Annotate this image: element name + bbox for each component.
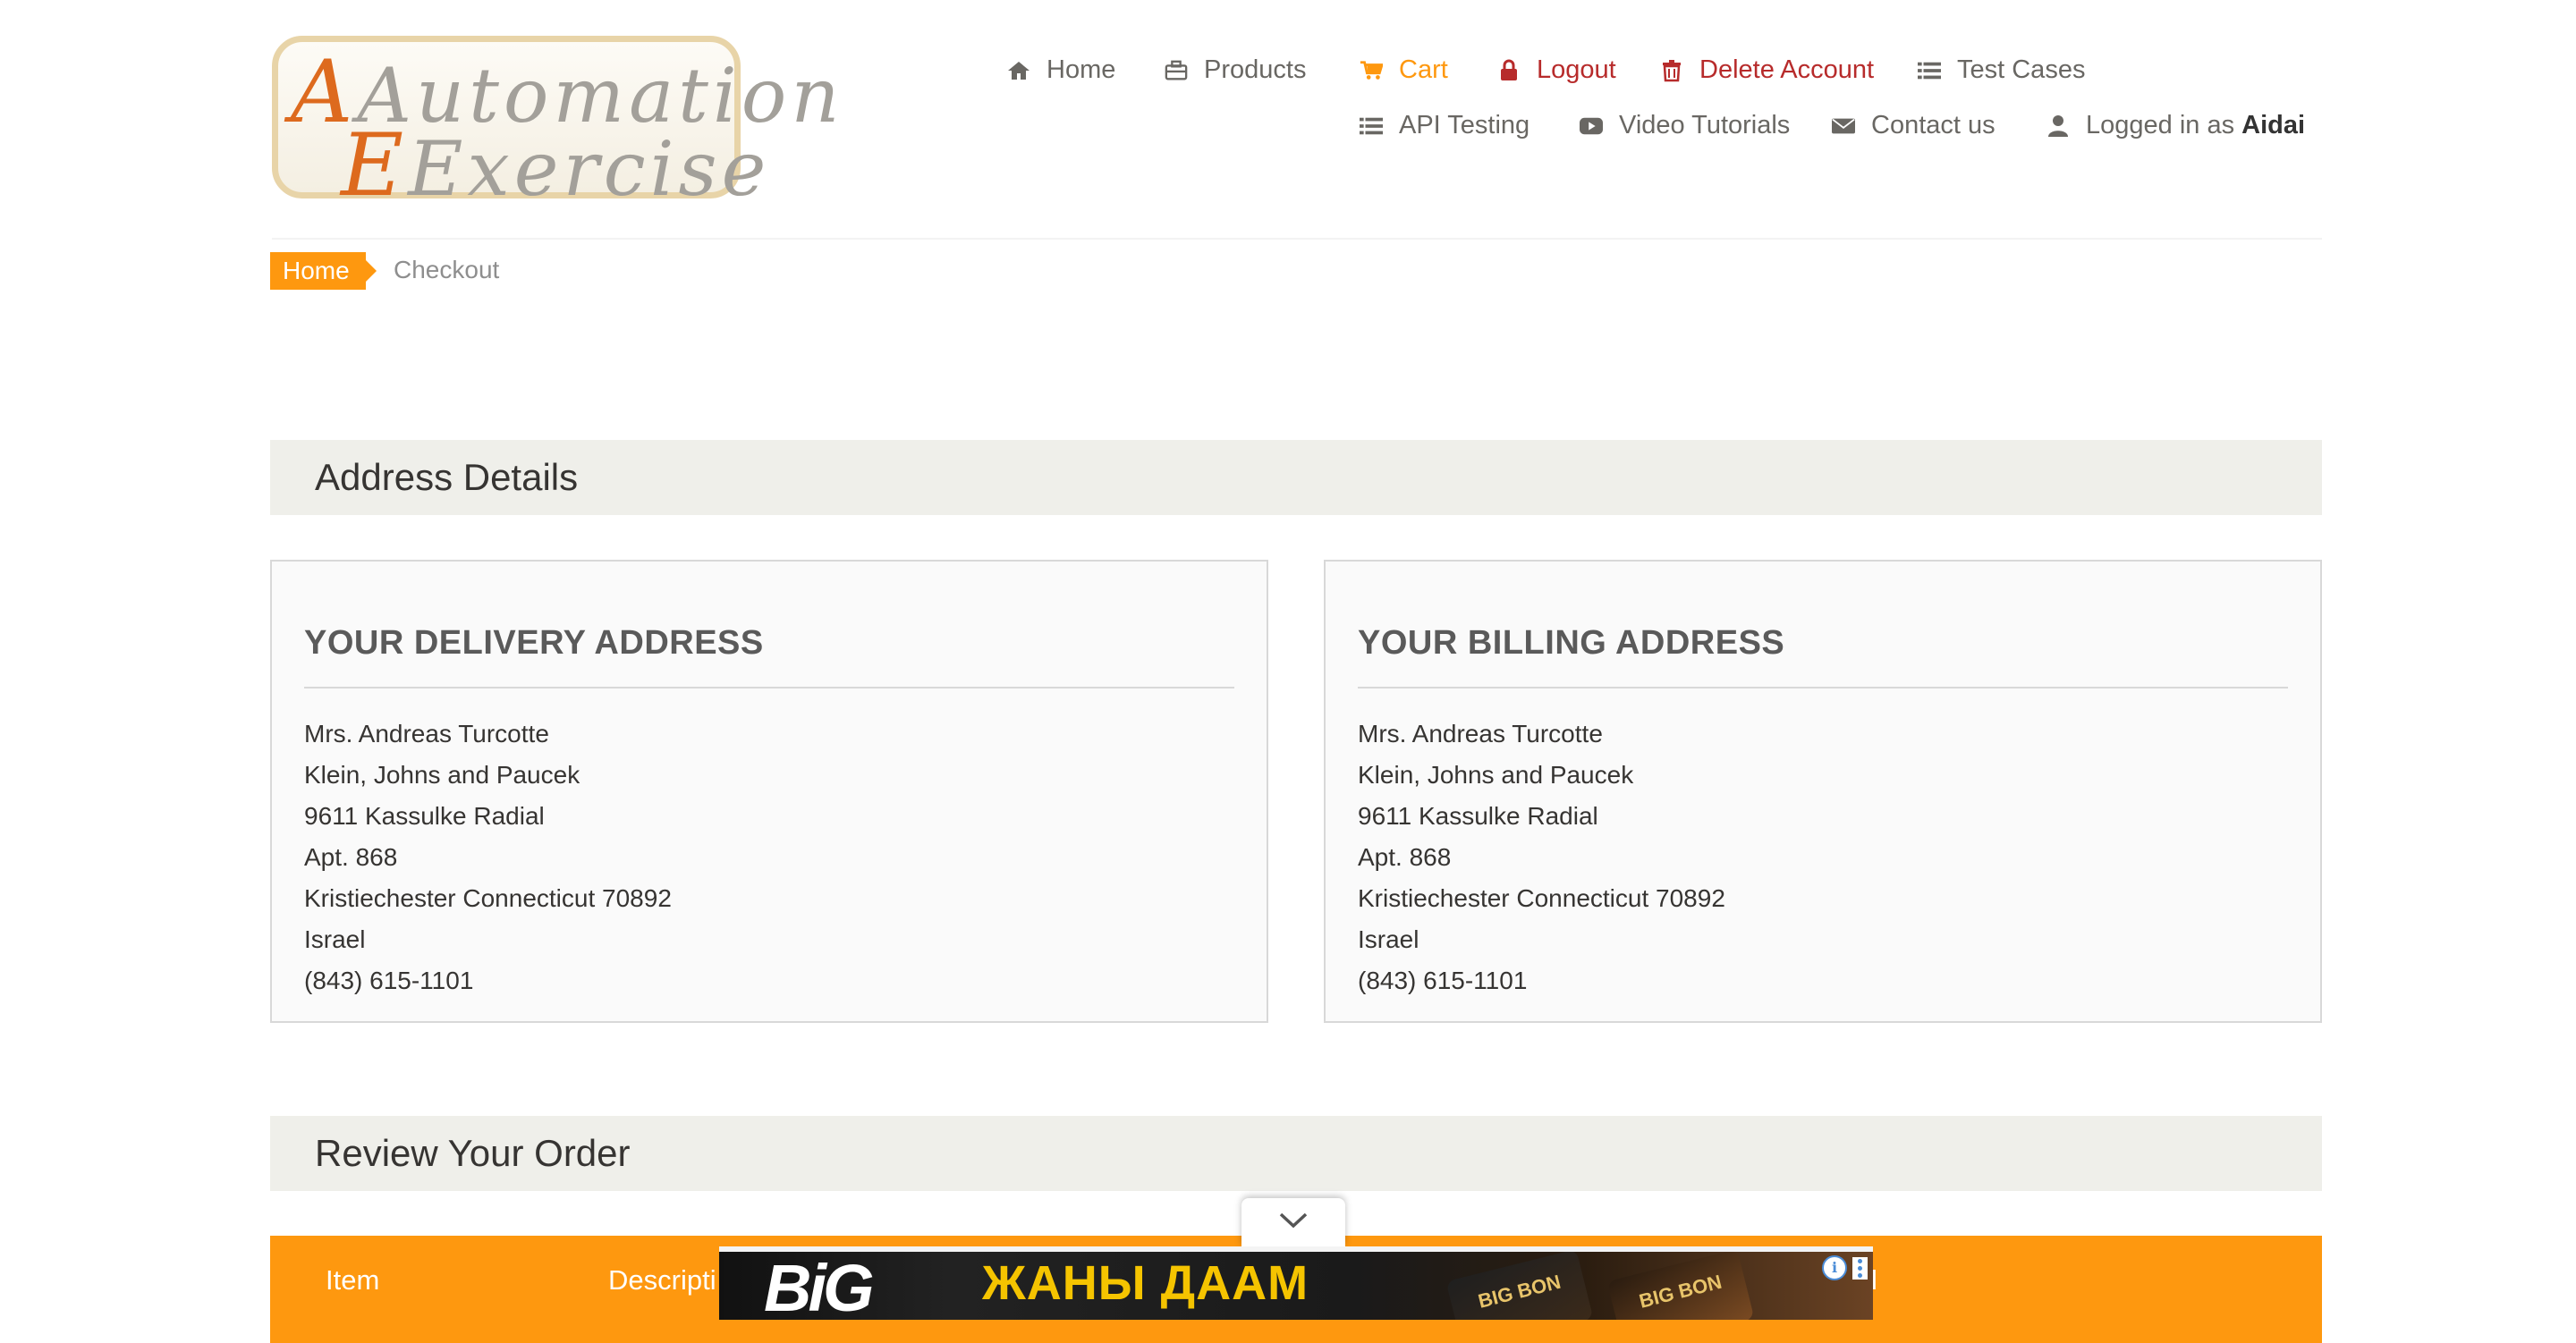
nav-home-label: Home (1046, 55, 1116, 84)
delivery-address-lines: Mrs. Andreas Turcotte Klein, Johns and P… (304, 714, 672, 1001)
chevron-down-icon (1278, 1212, 1309, 1234)
nav-home[interactable]: Home (1007, 55, 1115, 85)
nav-cart-label: Cart (1399, 55, 1448, 84)
nav-api-testing-label: API Testing (1399, 111, 1530, 139)
ad-pack-2-label: BIG BON (1637, 1270, 1724, 1313)
logo-line-2: EExercise (341, 115, 771, 215)
nav-logout-label: Logout (1537, 55, 1616, 84)
ad-banner[interactable]: BiG ЖАНЫ ДААМ BIG BON BIG BON i (719, 1246, 1873, 1320)
ad-controls: i (1822, 1255, 1868, 1280)
list-icon (1360, 114, 1383, 138)
logged-in-username: Aidai (2241, 111, 2306, 139)
billing-company: Klein, Johns and Paucek (1358, 761, 1634, 789)
address-details-heading: Address Details (270, 440, 2322, 515)
breadcrumb-home[interactable]: Home (270, 252, 377, 290)
nav-cart[interactable]: Cart (1360, 55, 1448, 85)
billing-address-divider (1358, 687, 2288, 688)
ad-brand: BiG (764, 1251, 875, 1321)
billing-address1: 9611 Kassulke Radial (1358, 802, 1598, 830)
nav-contact-us-label: Contact us (1871, 111, 1996, 139)
delivery-name: Mrs. Andreas Turcotte (304, 720, 549, 748)
billing-address-lines: Mrs. Andreas Turcotte Klein, Johns and P… (1358, 714, 1725, 1001)
billing-phone: (843) 615-1101 (1358, 967, 1528, 994)
ad-headline: ЖАНЫ ДААМ (982, 1256, 1309, 1310)
delivery-address2: Apt. 868 (304, 843, 398, 871)
nav-test-cases-label: Test Cases (1957, 55, 2086, 84)
envelope-icon (1832, 114, 1855, 138)
nav-test-cases[interactable]: Test Cases (1918, 55, 2085, 85)
breadcrumb-current: Checkout (394, 256, 500, 283)
billing-name: Mrs. Andreas Turcotte (1358, 720, 1603, 748)
delivery-country: Israel (304, 925, 366, 953)
nav-contact-us[interactable]: Contact us (1832, 111, 1996, 140)
youtube-play-icon (1580, 114, 1603, 138)
billing-address2: Apt. 868 (1358, 843, 1452, 871)
home-icon (1007, 59, 1030, 82)
delivery-address-divider (304, 687, 1234, 688)
nav-delete-account[interactable]: Delete Account (1660, 55, 1874, 85)
briefcase-icon (1165, 59, 1188, 82)
delivery-phone: (843) 615-1101 (304, 967, 474, 994)
lock-icon (1497, 59, 1521, 82)
kebab-menu-icon[interactable] (1852, 1256, 1868, 1280)
billing-city-state-zip: Kristiechester Connecticut 70892 (1358, 884, 1725, 912)
logo-line-2-rest: Exercise (408, 125, 771, 213)
nav-video-tutorials-label: Video Tutorials (1619, 111, 1791, 139)
delivery-address1: 9611 Kassulke Radial (304, 802, 545, 830)
header-divider (272, 238, 2322, 240)
ad-pack-1-label: BIG BON (1476, 1270, 1563, 1313)
nav-products-label: Products (1204, 55, 1307, 84)
review-order-heading: Review Your Order (270, 1116, 2322, 1191)
billing-address-title: YOUR BILLING ADDRESS (1358, 624, 1785, 662)
trash-icon (1660, 59, 1683, 82)
user-icon (2046, 114, 2070, 138)
delivery-address-title: YOUR DELIVERY ADDRESS (304, 624, 764, 662)
info-icon[interactable]: i (1822, 1255, 1847, 1280)
logged-in-prefix: Logged in as (2086, 111, 2235, 139)
site-logo[interactable]: AAutomation EExercise (272, 36, 839, 208)
ad-product-pack-2: BIG BON (1606, 1252, 1755, 1320)
ad-collapse-toggle[interactable] (1241, 1198, 1345, 1246)
nav-logout[interactable]: Logout (1497, 55, 1616, 85)
billing-country: Israel (1358, 925, 1419, 953)
nav-products[interactable]: Products (1165, 55, 1306, 85)
nav-logged-in-as[interactable]: Logged in as Aidai (2046, 111, 2305, 140)
list-icon (1918, 59, 1941, 82)
nav-video-tutorials[interactable]: Video Tutorials (1580, 111, 1790, 140)
nav-api-testing[interactable]: API Testing (1360, 111, 1530, 140)
delivery-address-box: YOUR DELIVERY ADDRESS Mrs. Andreas Turco… (270, 560, 1268, 1023)
shopping-cart-icon (1360, 59, 1383, 82)
column-description: Descripti (608, 1264, 716, 1296)
delivery-company: Klein, Johns and Paucek (304, 761, 580, 789)
column-item: Item (326, 1264, 380, 1296)
ad-product-pack-1: BIG BON (1445, 1252, 1594, 1320)
billing-address-box: YOUR BILLING ADDRESS Mrs. Andreas Turcot… (1324, 560, 2322, 1023)
logged-in-text: Logged in as Aidai (2086, 111, 2305, 140)
delivery-city-state-zip: Kristiechester Connecticut 70892 (304, 884, 672, 912)
nav-delete-account-label: Delete Account (1699, 55, 1875, 84)
